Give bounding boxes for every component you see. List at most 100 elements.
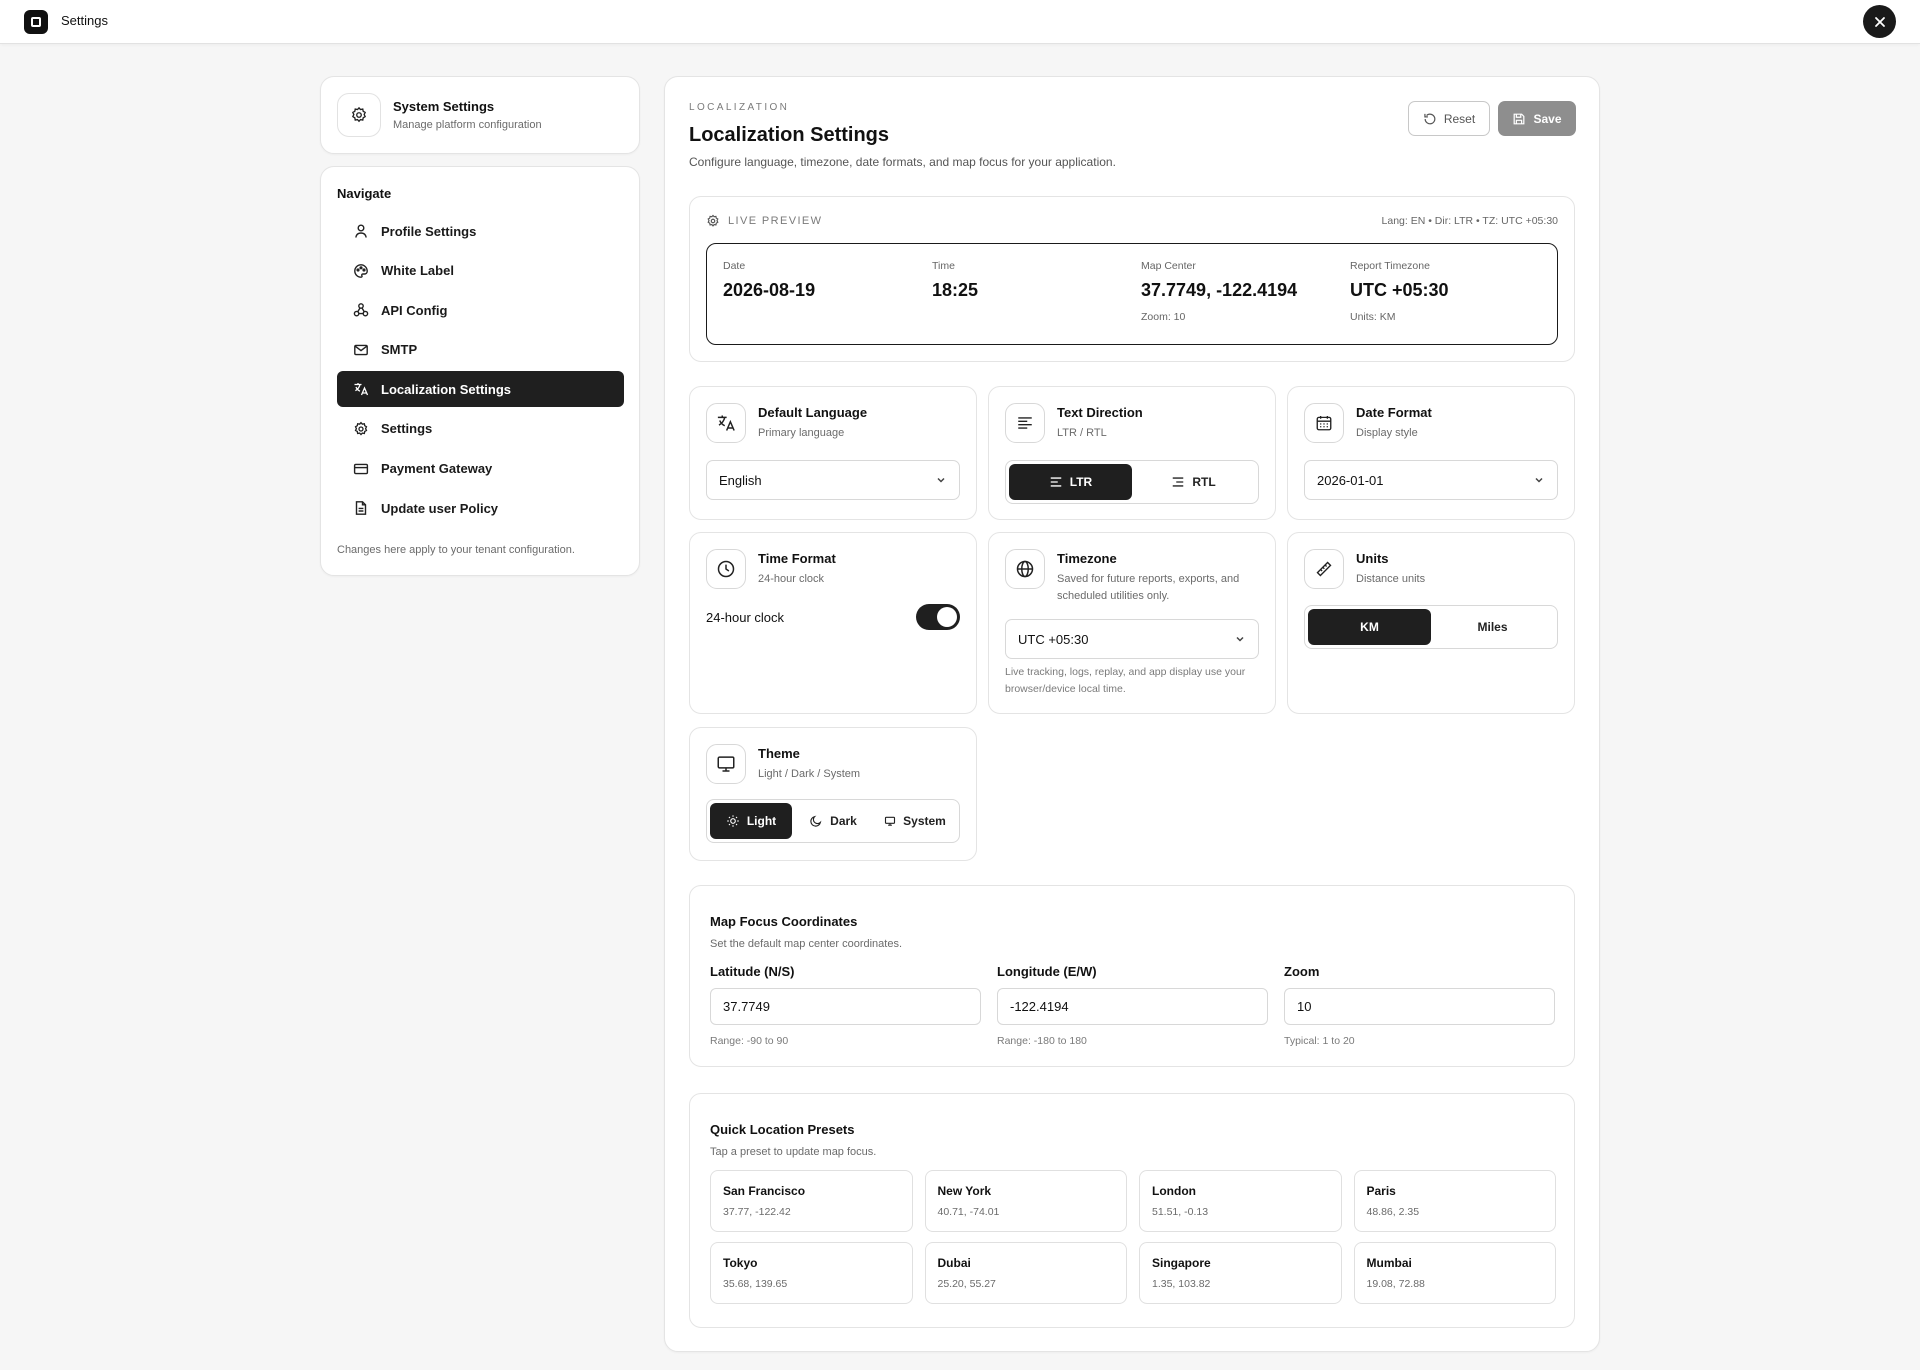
- theme-title: Theme: [758, 746, 800, 761]
- preset-coords: 37.77, -122.42: [723, 1206, 791, 1218]
- direction-rtl-label: RTL: [1192, 475, 1216, 489]
- sidebar-item-smtp[interactable]: SMTP: [337, 332, 624, 368]
- longitude-field: Longitude (E/W) -122.4194 Range: -180 to…: [997, 964, 1268, 1047]
- quick-presets-card: Quick Location Presets Tap a preset to u…: [689, 1093, 1575, 1328]
- default-language-title: Default Language: [758, 405, 868, 420]
- section-eyebrow: LOCALIZATION: [689, 102, 790, 113]
- preset-london[interactable]: London 51.51, -0.13: [1139, 1170, 1342, 1232]
- zoom-label: Zoom: [1284, 964, 1320, 979]
- page-subtitle: Configure language, timezone, date forma…: [689, 155, 1116, 169]
- preview-report-timezone: Report Timezone UTC +05:30 Units: KM: [1350, 260, 1449, 323]
- preset-paris[interactable]: Paris 48.86, 2.35: [1353, 1170, 1556, 1232]
- date-format-title: Date Format: [1356, 405, 1432, 420]
- sidebar-item-white-label[interactable]: White Label: [337, 253, 624, 289]
- live-preview-heading: LIVE PREVIEW: [706, 214, 822, 228]
- globe-icon: [1005, 549, 1045, 589]
- toggle-knob: [937, 607, 957, 627]
- theme-dark-button[interactable]: Dark: [792, 803, 874, 839]
- date-format-select-value: 2026-01-01: [1317, 472, 1384, 488]
- chevron-down-icon: [1535, 477, 1543, 483]
- sidebar-item-label: SMTP: [381, 342, 418, 358]
- preset-mumbai[interactable]: Mumbai 19.08, 72.88: [1353, 1242, 1556, 1304]
- preset-name: Dubai: [937, 1256, 971, 1270]
- gear-icon: [707, 214, 719, 227]
- clock-24h-toggle[interactable]: [916, 604, 960, 630]
- theme-light-label: Light: [746, 814, 777, 828]
- text-direction-card: Text Direction LTR / RTL LTR RTL: [988, 386, 1276, 520]
- live-preview-values: Date 2026-08-19 Time 18:25 Map Center 37…: [706, 243, 1558, 345]
- sidebar-footer-note: Changes here apply to your tenant config…: [337, 544, 575, 556]
- preview-time: Time 18:25: [932, 260, 978, 301]
- sidebar-item-label: White Label: [381, 263, 454, 279]
- preview-date-value: 2026-08-19: [723, 280, 816, 300]
- document-icon: [355, 501, 367, 516]
- preview-map-label: Map Center: [1141, 260, 1196, 272]
- save-button[interactable]: Save: [1498, 101, 1576, 136]
- preset-singapore[interactable]: Singapore 1.35, 103.82: [1139, 1242, 1342, 1304]
- units-toggle-group: KM Miles: [1304, 605, 1558, 649]
- preset-name: San Francisco: [723, 1184, 806, 1198]
- sidebar-item-api-config[interactable]: API Config: [337, 292, 624, 328]
- theme-light-button[interactable]: Light: [710, 803, 792, 839]
- latitude-input[interactable]: 37.7749: [710, 988, 981, 1025]
- default-language-card: Default Language Primary language Englis…: [689, 386, 977, 520]
- align-left-icon: [1050, 477, 1062, 487]
- close-button[interactable]: [1863, 5, 1896, 38]
- date-format-card: Date Format Display style 2026-01-01: [1287, 386, 1575, 520]
- direction-ltr-button[interactable]: LTR: [1009, 464, 1132, 500]
- date-format-select[interactable]: 2026-01-01: [1304, 460, 1558, 500]
- webhook-icon: [353, 303, 369, 317]
- preset-tokyo[interactable]: Tokyo 35.68, 139.65: [710, 1242, 913, 1304]
- units-miles-label: Miles: [1477, 620, 1508, 634]
- longitude-input[interactable]: -122.4194: [997, 988, 1268, 1025]
- units-km-label: KM: [1360, 620, 1379, 634]
- direction-ltr-label: LTR: [1069, 475, 1093, 489]
- timezone-hint: Live tracking, logs, replay, and app dis…: [1005, 666, 1246, 695]
- chevron-down-icon: [937, 477, 945, 483]
- zoom-input[interactable]: 10: [1284, 988, 1555, 1025]
- theme-dark-label: Dark: [830, 814, 857, 828]
- preset-new-york[interactable]: New York 40.71, -74.01: [924, 1170, 1127, 1232]
- presets-subtitle: Tap a preset to update map focus.: [710, 1146, 877, 1158]
- default-language-subtitle: Primary language: [758, 427, 845, 439]
- sidebar-item-localization-settings[interactable]: Localization Settings: [337, 371, 624, 408]
- sidebar-item-profile-settings[interactable]: Profile Settings: [337, 213, 624, 249]
- theme-toggle-group: Light Dark System: [706, 799, 960, 843]
- time-format-subtitle: 24-hour clock: [758, 573, 825, 585]
- align-left-icon: [1005, 403, 1045, 443]
- timezone-card: Timezone Saved for future reports, expor…: [988, 532, 1276, 714]
- theme-system-button[interactable]: System: [874, 803, 956, 839]
- top-bar: Settings: [0, 0, 1920, 44]
- live-preview-label: LIVE PREVIEW: [728, 215, 823, 227]
- units-km-button[interactable]: KM: [1308, 609, 1431, 645]
- nav-list: Profile Settings White Label API Config …: [337, 213, 624, 530]
- map-focus-card: Map Focus Coordinates Set the default ma…: [689, 885, 1575, 1067]
- language-select[interactable]: English: [706, 460, 960, 500]
- timezone-select[interactable]: UTC +05:30: [1005, 619, 1259, 659]
- preset-coords: 51.51, -0.13: [1152, 1206, 1209, 1218]
- theme-subtitle: Light / Dark / System: [758, 768, 861, 780]
- mail-icon: [354, 344, 368, 356]
- preset-san-francisco[interactable]: San Francisco 37.77, -122.42: [710, 1170, 913, 1232]
- preset-dubai[interactable]: Dubai 25.20, 55.27: [924, 1242, 1127, 1304]
- system-settings-title: System Settings: [393, 99, 495, 114]
- units-miles-button[interactable]: Miles: [1431, 609, 1554, 645]
- live-preview-card: LIVE PREVIEW Lang: EN • Dir: LTR • TZ: U…: [689, 196, 1575, 362]
- preset-coords: 48.86, 2.35: [1366, 1206, 1420, 1218]
- reset-button[interactable]: Reset: [1408, 101, 1490, 136]
- sidebar-item-payment-gateway[interactable]: Payment Gateway: [337, 451, 624, 487]
- direction-rtl-button[interactable]: RTL: [1132, 464, 1255, 500]
- sidebar-item-update-user-policy[interactable]: Update user Policy: [337, 490, 624, 526]
- app-title: Settings: [61, 13, 108, 28]
- chevron-down-icon: [1236, 636, 1244, 642]
- preset-name: New York: [937, 1184, 992, 1198]
- sidebar-item-settings[interactable]: Settings: [337, 411, 624, 447]
- direction-toggle-group: LTR RTL: [1005, 460, 1259, 504]
- preset-name: Mumbai: [1366, 1256, 1412, 1270]
- timezone-subtitle: Saved for future reports, exports, and s…: [1057, 573, 1240, 602]
- preset-coords: 1.35, 103.82: [1152, 1278, 1211, 1290]
- preview-map-value: 37.7749, -122.4194: [1141, 280, 1298, 300]
- sidebar-item-label: API Config: [381, 302, 448, 318]
- monitor-icon: [706, 744, 746, 784]
- sidebar-nav: Navigate Profile Settings White Label AP…: [320, 166, 640, 576]
